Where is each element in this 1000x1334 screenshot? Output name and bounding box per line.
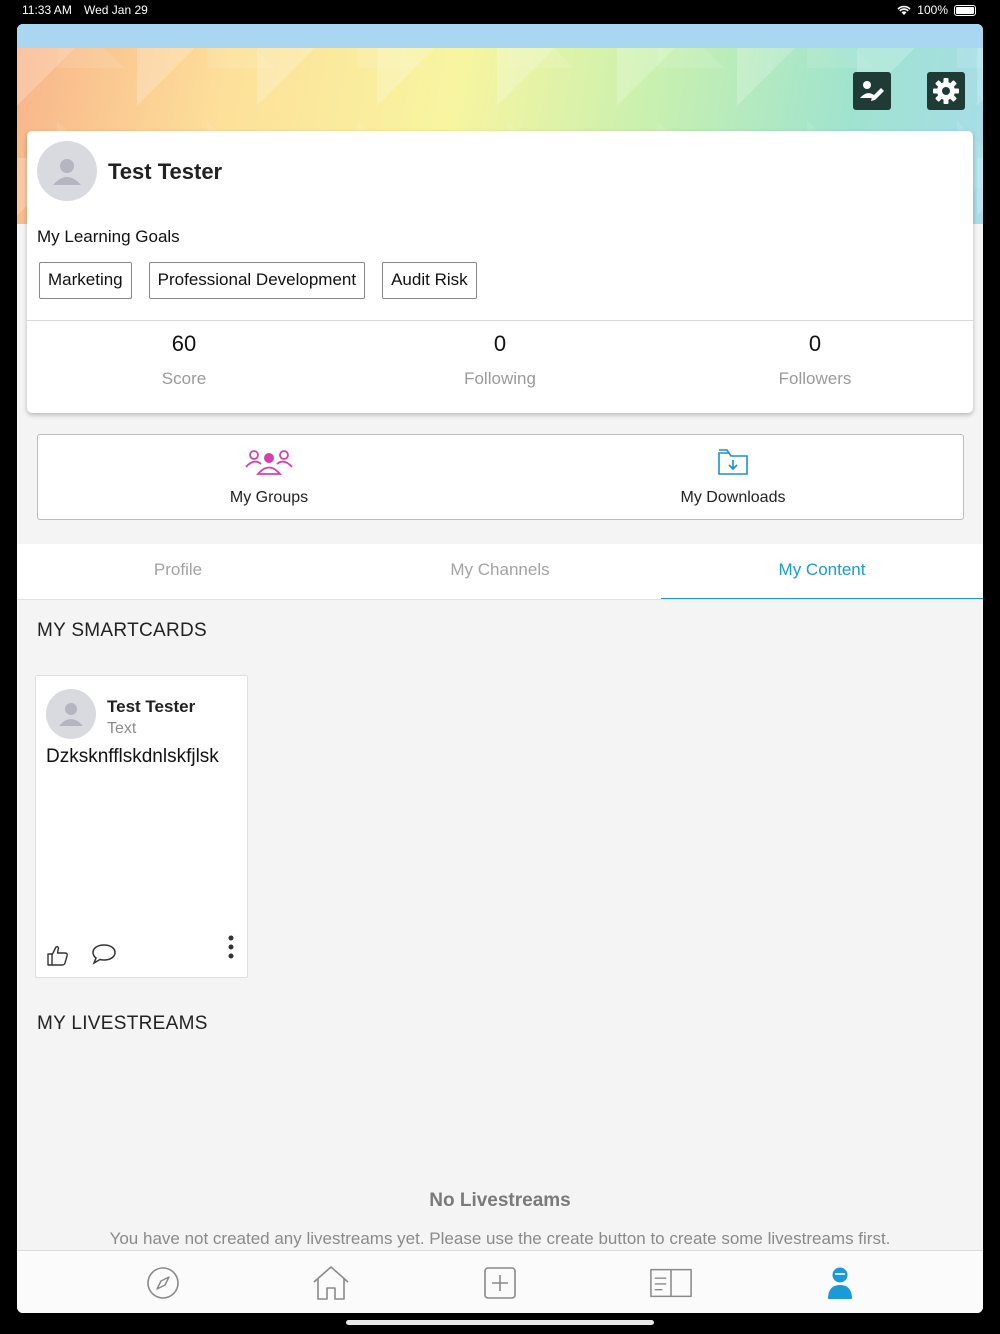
default-avatar-icon	[59, 703, 83, 726]
my-groups-label: My Groups	[229, 489, 309, 506]
stat-score-value: 60	[171, 331, 197, 356]
battery-icon	[954, 4, 976, 16]
goal-chip-audit-risk[interactable]: Audit Risk	[382, 262, 477, 299]
tab-my-content[interactable]: My Content	[661, 544, 983, 600]
stat-following[interactable]: 0 Following	[400, 331, 600, 389]
divider	[27, 320, 973, 321]
gear-icon	[933, 78, 959, 104]
profile-card: Test Tester My Learning Goals Marketing …	[27, 131, 973, 413]
card-text: Dzksknfflskdnlskfjlsk	[46, 746, 219, 767]
empty-livestreams-description: You have not created any livestreams yet…	[109, 1229, 891, 1248]
edit-profile-icon	[860, 81, 884, 101]
quick-links: My Groups My Downloads	[37, 434, 964, 520]
bottom-tab-bar	[17, 1250, 983, 1313]
tab-my-channels[interactable]: My Channels	[339, 544, 661, 600]
app-window: Test Tester My Learning Goals Marketing …	[17, 24, 983, 1313]
like-icon[interactable]	[46, 943, 70, 967]
profile-name: Test Tester	[108, 159, 223, 184]
smartcard[interactable]: Test Tester Text Dzksknfflskdnlskfjlsk	[35, 675, 248, 978]
avatar[interactable]	[37, 141, 97, 201]
livestreams-section-title: MY LIVESTREAMS	[37, 1013, 208, 1034]
stat-following-value: 0	[493, 331, 507, 356]
nav-explore[interactable]	[141, 1261, 185, 1305]
learning-goals-title: My Learning Goals	[37, 227, 180, 246]
status-time: 11:33 AM	[22, 3, 72, 17]
goal-chip-marketing[interactable]: Marketing	[39, 262, 132, 299]
stat-followers-value: 0	[808, 331, 822, 356]
default-avatar-icon	[53, 159, 81, 185]
empty-livestreams-title: No Livestreams	[429, 1190, 571, 1211]
battery-percent: 100%	[917, 3, 948, 17]
compass-icon	[147, 1267, 179, 1299]
learning-goals-list: Marketing Professional Development Audit…	[39, 262, 477, 299]
card-avatar[interactable]	[46, 689, 96, 739]
person-icon	[828, 1267, 852, 1299]
download-folder-icon	[718, 449, 748, 475]
wifi-icon	[897, 5, 911, 15]
status-date: Wed Jan 29	[84, 3, 148, 17]
nav-profile[interactable]	[818, 1261, 862, 1305]
tabs-divider	[17, 599, 983, 600]
nav-create[interactable]	[478, 1261, 522, 1305]
stat-score[interactable]: 60 Score	[84, 331, 284, 389]
stat-following-label: Following	[464, 369, 536, 388]
groups-icon	[245, 450, 293, 475]
goal-chip-professional-development[interactable]: Professional Development	[148, 262, 366, 299]
stat-followers-label: Followers	[778, 369, 852, 388]
create-icon	[484, 1267, 516, 1299]
edit-profile-button[interactable]	[853, 72, 891, 110]
my-groups-button[interactable]: My Groups	[119, 435, 419, 521]
settings-button[interactable]	[927, 72, 965, 110]
comment-icon[interactable]	[91, 942, 117, 966]
stat-followers[interactable]: 0 Followers	[715, 331, 915, 389]
home-icon	[313, 1266, 349, 1300]
home-indicator[interactable]	[346, 1320, 654, 1325]
tab-profile[interactable]: Profile	[17, 544, 339, 600]
status-bar: 11:33 AM Wed Jan 29 100%	[0, 0, 1000, 22]
more-options-icon[interactable]	[228, 935, 234, 961]
my-downloads-button[interactable]: My Downloads	[583, 435, 883, 521]
nav-home[interactable]	[309, 1261, 353, 1305]
smartcards-section-title: MY SMARTCARDS	[37, 620, 208, 641]
stat-score-label: Score	[161, 369, 207, 388]
card-type: Text	[107, 720, 137, 737]
my-downloads-label: My Downloads	[680, 489, 786, 506]
profile-tabs: Profile My Channels My Content	[17, 544, 983, 600]
card-actions	[46, 935, 241, 971]
nav-library[interactable]	[649, 1261, 693, 1305]
book-icon	[650, 1268, 692, 1298]
card-author: Test Tester	[107, 697, 196, 716]
